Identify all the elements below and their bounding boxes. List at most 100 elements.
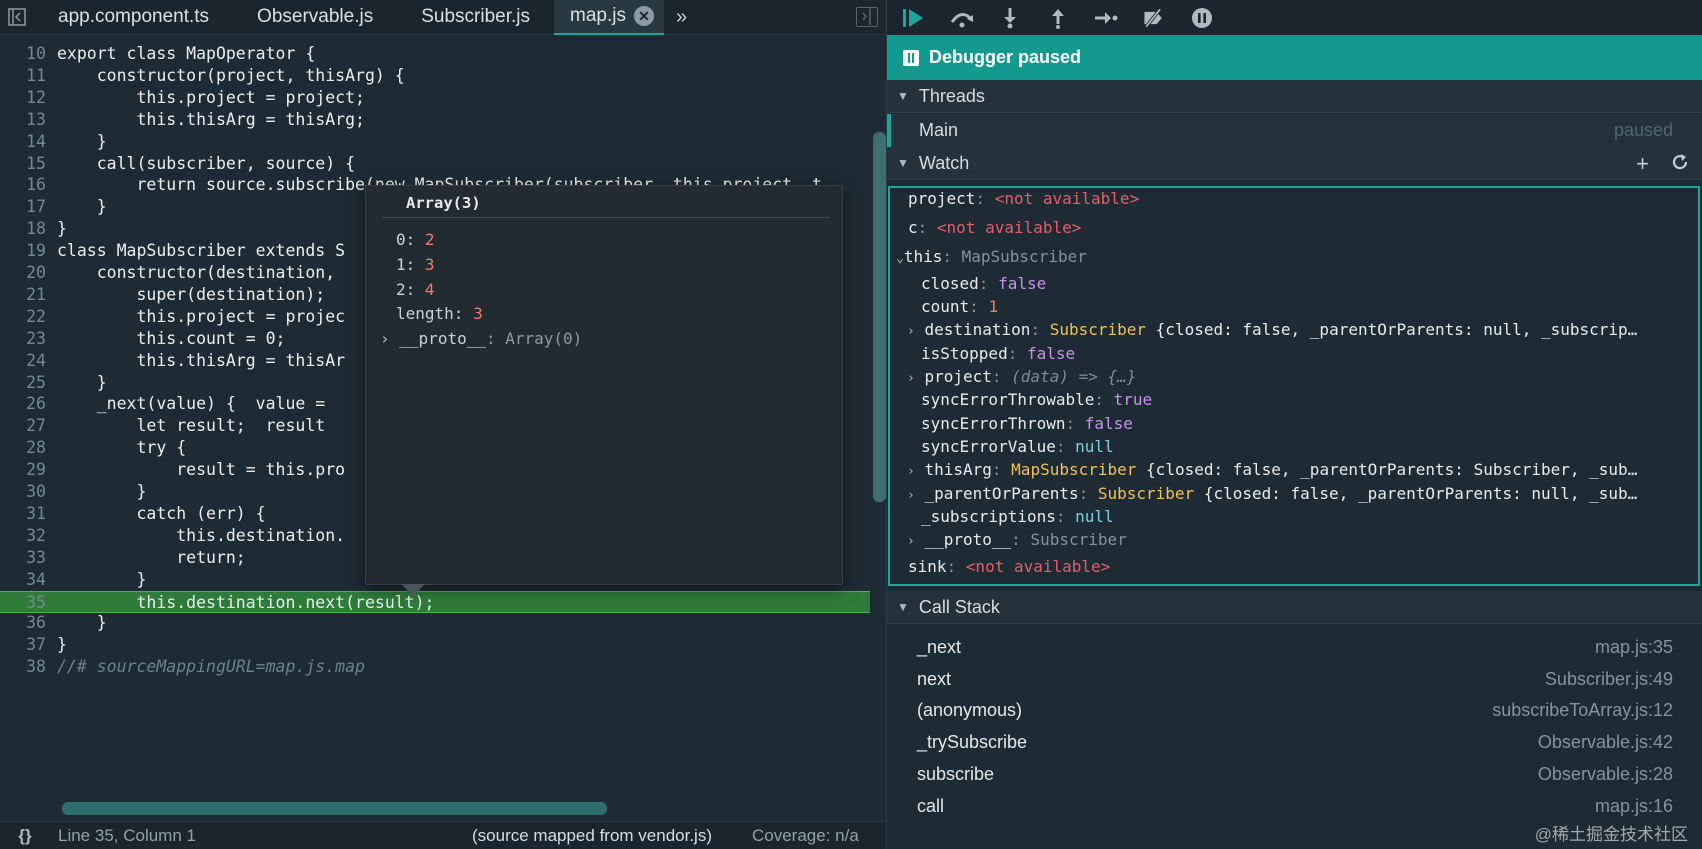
expand-chevron-icon[interactable]: ›: [907, 488, 915, 503]
call-stack-frame[interactable]: next Subscriber.js:49: [887, 663, 1702, 696]
add-watch-icon[interactable]: +: [1636, 151, 1649, 177]
prop-subscriptions[interactable]: _subscriptions: null: [921, 507, 1114, 526]
watch-section-header[interactable]: ▼ Watch +: [887, 147, 1702, 180]
line-number[interactable]: 28: [0, 437, 57, 459]
expand-chevron-icon[interactable]: ›: [907, 464, 915, 479]
pause-on-exceptions-icon[interactable]: [1189, 5, 1215, 31]
code-line[interactable]: 15 call(subscriber, source) {: [0, 153, 870, 175]
line-number[interactable]: 12: [0, 87, 57, 109]
refresh-icon[interactable]: [1671, 151, 1689, 177]
more-tabs-icon[interactable]: »: [676, 6, 687, 29]
prop-proto[interactable]: › __proto__: Subscriber: [907, 530, 1127, 549]
expand-chevron-icon[interactable]: ›: [380, 329, 390, 348]
code-line[interactable]: 13 this.thisArg = thisArg;: [0, 109, 870, 131]
resume-icon[interactable]: [901, 5, 927, 31]
horizontal-scrollbar[interactable]: [62, 802, 607, 815]
code-line[interactable]: 10 export class MapOperator {: [0, 43, 870, 65]
frame-location: map.js:16: [1594, 795, 1673, 816]
line-number[interactable]: 10: [0, 43, 57, 65]
line-number[interactable]: 29: [0, 459, 57, 481]
code-line[interactable]: 14 }: [0, 131, 870, 153]
prop-isStopped[interactable]: isStopped: false: [921, 344, 1075, 363]
pause-icon: [903, 49, 919, 66]
line-number[interactable]: 34: [0, 569, 57, 591]
popover-pointer: [401, 584, 425, 596]
line-number[interactable]: 31: [0, 503, 57, 525]
line-number[interactable]: 13: [0, 109, 57, 131]
toggle-debugger-panel-icon[interactable]: [856, 7, 878, 27]
threads-section-header[interactable]: ▼ Threads: [887, 80, 1702, 113]
source-map-info[interactable]: (source mapped from vendor.js): [472, 826, 712, 846]
tab-app-component[interactable]: app.component.ts: [34, 0, 233, 35]
step-into-icon[interactable]: [997, 5, 1023, 31]
expand-chevron-icon[interactable]: ›: [907, 534, 915, 549]
code-line[interactable]: 36 }: [0, 612, 870, 634]
line-number[interactable]: 38: [0, 656, 57, 678]
call-stack-section-header[interactable]: ▼ Call Stack: [887, 591, 1702, 624]
array-item-row: 0: 2: [396, 230, 435, 249]
call-stack-frame[interactable]: call map.js:16: [887, 790, 1702, 823]
prop-syncErrorThrowable[interactable]: syncErrorThrowable: true: [921, 390, 1152, 409]
line-number[interactable]: 30: [0, 481, 57, 503]
thread-main[interactable]: Main paused: [887, 114, 1702, 147]
step-over-icon[interactable]: [949, 5, 975, 31]
expand-chevron-icon[interactable]: ›: [907, 324, 915, 339]
line-number[interactable]: 17: [0, 196, 57, 218]
watch-item-c[interactable]: c: <not available>: [908, 218, 1081, 237]
code-line[interactable]: 11 constructor(project, thisArg) {: [0, 65, 870, 87]
array-proto-row[interactable]: › __proto__: Array(0): [380, 329, 582, 348]
line-number[interactable]: 20: [0, 262, 57, 284]
line-number[interactable]: 23: [0, 328, 57, 350]
code-line[interactable]: 37}: [0, 634, 870, 656]
call-stack-frame[interactable]: _next map.js:35: [887, 631, 1702, 664]
close-tab-icon[interactable]: ✕: [633, 6, 654, 26]
tab-map-js[interactable]: map.js ✕: [554, 0, 664, 35]
line-number[interactable]: 15: [0, 153, 57, 175]
watch-item-project[interactable]: project: <not available>: [908, 189, 1139, 208]
call-stack-frame[interactable]: _trySubscribe Observable.js:42: [887, 726, 1702, 759]
line-number[interactable]: 18: [0, 218, 57, 240]
line-number[interactable]: 21: [0, 284, 57, 306]
line-number[interactable]: 33: [0, 547, 57, 569]
line-number[interactable]: 11: [0, 65, 57, 87]
deactivate-breakpoints-icon[interactable]: [1141, 5, 1167, 31]
watch-item-this[interactable]: ⌄this: MapSubscriber: [896, 247, 1087, 266]
line-number[interactable]: 22: [0, 306, 57, 328]
line-number[interactable]: 26: [0, 393, 57, 415]
code-line[interactable]: 38//# sourceMappingURL=map.js.map: [0, 656, 870, 678]
line-number[interactable]: 32: [0, 525, 57, 547]
line-number[interactable]: 36: [0, 612, 57, 634]
line-number[interactable]: 27: [0, 415, 57, 437]
line-number[interactable]: 35: [0, 592, 57, 614]
expanded-chevron-icon[interactable]: ⌄: [896, 251, 904, 266]
vertical-scrollbar[interactable]: [873, 132, 886, 502]
line-number[interactable]: 25: [0, 372, 57, 394]
tab-observable[interactable]: Observable.js: [233, 0, 397, 35]
prop-syncErrorThrown[interactable]: syncErrorThrown: false: [921, 414, 1133, 433]
line-number[interactable]: 16: [0, 174, 57, 196]
expand-chevron-icon[interactable]: ›: [907, 371, 915, 386]
prop-parentOrParents[interactable]: › _parentOrParents: Subscriber {closed: …: [907, 484, 1637, 503]
line-number[interactable]: 24: [0, 350, 57, 372]
call-stack-frame[interactable]: (anonymous) subscribeToArray.js:12: [887, 694, 1702, 727]
code-line[interactable]: 12 this.project = project;: [0, 87, 870, 109]
code-text: super(destination);: [57, 284, 326, 304]
prop-syncErrorValue[interactable]: syncErrorValue: null: [921, 437, 1114, 456]
prop-destination[interactable]: › destination: Subscriber {closed: false…: [907, 320, 1637, 339]
tab-subscriber[interactable]: Subscriber.js: [397, 0, 554, 35]
pretty-print-button[interactable]: {}: [0, 826, 50, 846]
prop-project[interactable]: › project: (data) => {…}: [907, 367, 1136, 386]
line-number[interactable]: 37: [0, 634, 57, 656]
line-number[interactable]: 19: [0, 240, 57, 262]
step-icon[interactable]: [1093, 5, 1119, 31]
prop-closed[interactable]: closed: false: [921, 274, 1046, 293]
watch-item-sink[interactable]: sink: <not available>: [908, 557, 1110, 576]
toggle-sidebar-icon[interactable]: [0, 0, 34, 35]
call-stack-frame[interactable]: subscribe Observable.js:28: [887, 758, 1702, 791]
step-out-icon[interactable]: [1045, 5, 1071, 31]
code-text: }: [57, 613, 107, 633]
prop-count[interactable]: count: 1: [921, 297, 998, 316]
line-number[interactable]: 14: [0, 131, 57, 153]
prop-thisArg[interactable]: › thisArg: MapSubscriber {closed: false,…: [907, 460, 1637, 479]
current-execution-line[interactable]: 35 this.destination.next(result);: [0, 590, 870, 614]
